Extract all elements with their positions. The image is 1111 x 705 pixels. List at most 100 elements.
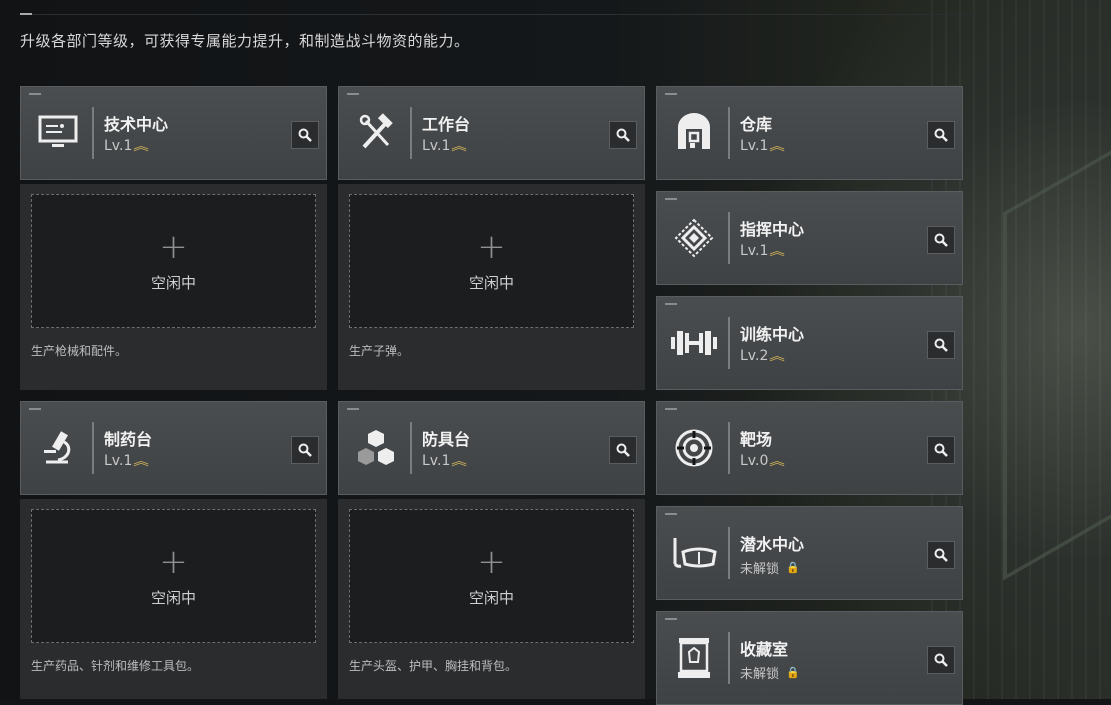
header-tick — [665, 198, 677, 200]
lock-icon: 🔒 — [786, 561, 800, 574]
header-tick — [665, 513, 677, 515]
card-level: Lv.1 ︽ — [104, 453, 150, 469]
department-card-armor-bench: 防具台 Lv.1 ︽ + 空闲中 生产头盔、护甲、胸挂和背包。 — [338, 401, 645, 699]
level-text: Lv.1 — [422, 138, 451, 154]
dumbbell-icon — [667, 319, 721, 367]
plus-icon: + — [159, 226, 188, 267]
header-separator — [92, 422, 94, 474]
upgrade-chevron-icon: ︽ — [451, 138, 468, 153]
card-header[interactable]: 训练中心 Lv.2 ︽ — [656, 296, 963, 390]
header-tick — [665, 93, 677, 95]
top-marker — [20, 13, 32, 15]
level-text: Lv.1 — [104, 138, 133, 154]
header-tick — [665, 408, 677, 410]
search-icon[interactable] — [291, 436, 319, 464]
card-header[interactable]: 技术中心 Lv.1 ︽ — [20, 86, 327, 180]
card-title: 工作台 — [422, 115, 471, 134]
card-title: 技术中心 — [104, 115, 169, 134]
card-level: Lv.1 ︽ — [422, 138, 468, 154]
level-text: Lv.1 — [740, 138, 769, 154]
search-icon[interactable] — [927, 331, 955, 359]
header-separator — [410, 422, 412, 474]
card-level: Lv.1 ︽ — [422, 453, 468, 469]
search-icon[interactable] — [927, 646, 955, 674]
upgrade-chevron-icon: ︽ — [133, 453, 150, 468]
level-text: Lv.1 — [740, 243, 769, 259]
card-level: 未解锁 🔒 — [740, 558, 800, 577]
card-header[interactable]: 制药台 Lv.1 ︽ — [20, 401, 327, 495]
card-caption: 生产头盔、护甲、胸挂和背包。 — [349, 659, 518, 673]
header-tick — [665, 303, 677, 305]
department-card-pharmacy: 制药台 Lv.1 ︽ + 空闲中 生产药品、针剂和维修工具包。 — [20, 401, 327, 699]
card-title: 潜水中心 — [740, 535, 805, 554]
card-header[interactable]: 防具台 Lv.1 ︽ — [338, 401, 645, 495]
slot-status: 空闲中 — [150, 588, 196, 607]
plus-icon: + — [159, 541, 188, 582]
card-header[interactable]: 收藏室 未解锁 🔒 — [656, 611, 963, 705]
card-title: 仓库 — [740, 115, 773, 134]
card-body: + 空闲中 生产头盔、护甲、胸挂和背包。 — [338, 499, 645, 699]
slot-status: 空闲中 — [150, 273, 196, 292]
slot-status: 空闲中 — [468, 273, 514, 292]
search-icon[interactable] — [927, 436, 955, 464]
card-header[interactable]: 指挥中心 Lv.1 ︽ — [656, 191, 963, 285]
department-card-warehouse[interactable]: 仓库 Lv.1 ︽ — [656, 86, 963, 180]
header-tick — [347, 408, 359, 410]
monitor-icon — [31, 109, 85, 157]
level-text: 未解锁 — [740, 667, 780, 682]
card-title: 制药台 — [104, 430, 153, 449]
level-text: Lv.1 — [422, 453, 451, 469]
header-tick — [29, 408, 41, 410]
slot-status: 空闲中 — [468, 588, 514, 607]
card-body: + 空闲中 生产枪械和配件。 — [20, 184, 327, 390]
card-level: Lv.1 ︽ — [740, 138, 786, 154]
department-card-diving-center[interactable]: 潜水中心 未解锁 🔒 — [656, 506, 963, 600]
card-level: Lv.1 ︽ — [104, 138, 149, 154]
hammer-wrench-icon — [349, 109, 403, 157]
search-icon[interactable] — [927, 226, 955, 254]
card-title: 防具台 — [422, 430, 471, 449]
search-icon[interactable] — [927, 121, 955, 149]
header-separator — [92, 107, 94, 159]
card-header[interactable]: 仓库 Lv.1 ︽ — [656, 86, 963, 180]
search-icon[interactable] — [609, 436, 637, 464]
card-title: 训练中心 — [740, 325, 805, 344]
card-caption: 生产枪械和配件。 — [31, 344, 128, 358]
top-divider — [20, 14, 980, 15]
card-header[interactable]: 靶场 Lv.0 ︽ — [656, 401, 963, 495]
header-tick — [29, 93, 41, 95]
search-icon[interactable] — [609, 121, 637, 149]
header-separator — [728, 107, 730, 159]
header-separator — [728, 317, 730, 369]
target-icon — [667, 424, 721, 472]
card-level: Lv.1 ︽ — [740, 243, 785, 259]
upgrade-chevron-icon: ︽ — [769, 348, 786, 363]
command-diamond-icon — [667, 214, 721, 262]
level-text: Lv.1 — [104, 453, 133, 469]
search-icon[interactable] — [927, 541, 955, 569]
production-slot[interactable]: + 空闲中 — [349, 194, 634, 328]
production-slot[interactable]: + 空闲中 — [31, 194, 316, 328]
card-level: Lv.2 ︽ — [740, 348, 786, 364]
card-caption: 生产药品、针剂和维修工具包。 — [31, 659, 200, 673]
search-icon[interactable] — [291, 121, 319, 149]
card-title: 指挥中心 — [740, 220, 805, 239]
upgrade-chevron-icon: ︽ — [451, 453, 468, 468]
production-slot[interactable]: + 空闲中 — [31, 509, 316, 643]
department-card-training-center[interactable]: 训练中心 Lv.2 ︽ — [656, 296, 963, 390]
card-header[interactable]: 工作台 Lv.1 ︽ — [338, 86, 645, 180]
upgrade-chevron-icon: ︽ — [769, 453, 786, 468]
header-separator — [728, 422, 730, 474]
card-level: 未解锁 🔒 — [740, 663, 800, 682]
lock-icon: 🔒 — [786, 666, 800, 679]
department-card-collection-room[interactable]: 收藏室 未解锁 🔒 — [656, 611, 963, 705]
production-slot[interactable]: + 空闲中 — [349, 509, 634, 643]
department-card-command-center[interactable]: 指挥中心 Lv.1 ︽ — [656, 191, 963, 285]
upgrade-chevron-icon: ︽ — [769, 138, 786, 153]
card-header[interactable]: 潜水中心 未解锁 🔒 — [656, 506, 963, 600]
department-card-tech-center: 技术中心 Lv.1 ︽ + 空闲中 生产枪械和配件。 — [20, 86, 327, 390]
cubes-icon — [349, 424, 403, 472]
department-card-shooting-range[interactable]: 靶场 Lv.0 ︽ — [656, 401, 963, 495]
card-caption: 生产子弹。 — [349, 344, 410, 358]
display-case-icon — [667, 634, 721, 682]
